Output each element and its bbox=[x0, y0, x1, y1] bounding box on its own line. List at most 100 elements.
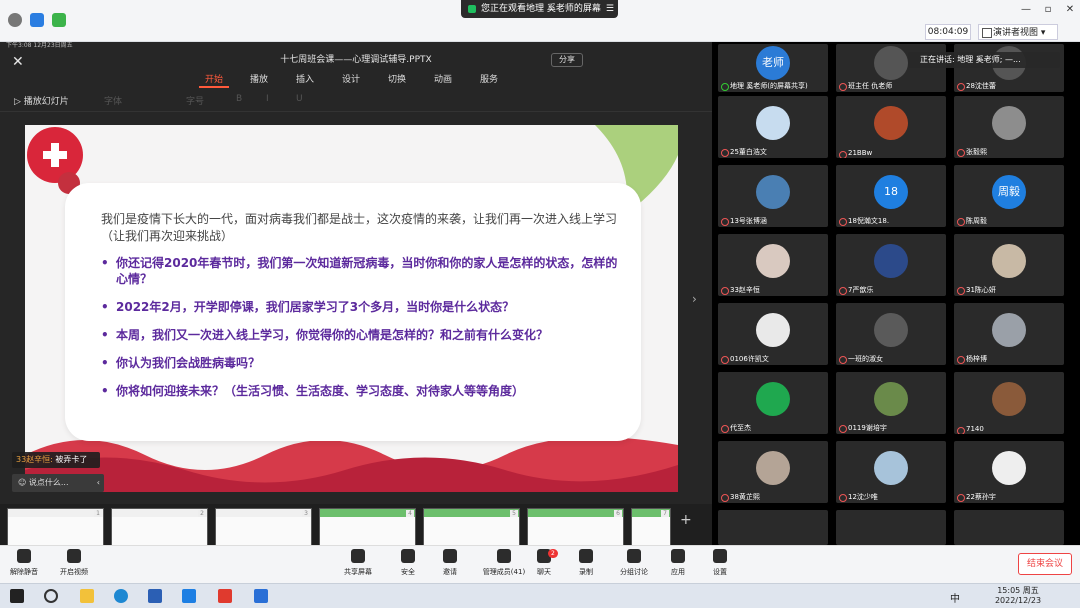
slide-thumbnail[interactable]: 2 bbox=[111, 508, 208, 546]
participant-tile[interactable]: 25董白浩文 bbox=[718, 96, 828, 158]
participant-tile[interactable]: 7严歆乐 bbox=[836, 234, 946, 296]
close-icon[interactable]: ✕ bbox=[12, 52, 24, 72]
slide-thumbnail[interactable]: 6 bbox=[527, 508, 624, 546]
add-slide-icon[interactable]: + bbox=[680, 512, 692, 528]
participant-name: 25董白浩文 bbox=[720, 147, 767, 157]
breakout-button[interactable]: 分组讨论 bbox=[614, 549, 654, 583]
participant-name: 0119谢培宇 bbox=[838, 423, 887, 433]
close-button[interactable]: ✕ bbox=[1062, 4, 1078, 15]
minimize-button[interactable]: — bbox=[1018, 4, 1034, 15]
record-button[interactable]: 录制 bbox=[566, 549, 606, 583]
avatar bbox=[874, 46, 908, 80]
chat-button[interactable]: 聊天 2 bbox=[524, 549, 564, 583]
question-item: 你还记得2020年春节时，我们第一次知道新冠病毒，当时你和你的家人是怎样的状态，… bbox=[101, 255, 623, 287]
participant-video-grid: 老师 地理 奚老师(的屏幕共享) 班主任 仇老师 28沈佳蕾 25董白浩文 21BBw 张毅… bbox=[712, 42, 1080, 545]
tab-design[interactable]: 设计 bbox=[336, 72, 366, 88]
font-size-select[interactable]: 字号 bbox=[186, 94, 204, 107]
participant-tile[interactable] bbox=[954, 510, 1064, 545]
participant-name: 22蔡孙宇 bbox=[956, 492, 996, 502]
participant-tile[interactable] bbox=[836, 510, 946, 545]
maximize-button[interactable]: ▫ bbox=[1040, 4, 1056, 15]
input-method-indicator[interactable]: 中 bbox=[950, 590, 960, 605]
collapse-chat-icon[interactable]: ‹ bbox=[97, 474, 100, 492]
meeting-app-icon[interactable] bbox=[182, 589, 196, 603]
info-icon[interactable] bbox=[8, 13, 22, 27]
slide-thumbnail[interactable]: 4 bbox=[319, 508, 416, 546]
play-slideshow-button[interactable]: ▷ 播放幻灯片 bbox=[14, 94, 69, 107]
participant-tile[interactable]: 代至杰 bbox=[718, 372, 828, 434]
video-off-button[interactable]: 开启视频 bbox=[54, 549, 94, 583]
emoji-icon[interactable]: ☺ bbox=[18, 478, 29, 487]
gear-button[interactable]: 设置 bbox=[700, 549, 740, 583]
tab-insert[interactable]: 插入 bbox=[290, 72, 320, 88]
font-select[interactable]: 字体 bbox=[104, 94, 122, 107]
participant-tile[interactable]: 一班的淑女 bbox=[836, 303, 946, 365]
participant-tile[interactable]: 18 18倪瀚文18. bbox=[836, 165, 946, 227]
participant-name: 班主任 仇老师 bbox=[838, 81, 892, 91]
chat-input[interactable]: ☺ 说点什么... ‹ bbox=[12, 474, 104, 492]
participant-tile[interactable]: 12沈少唯 bbox=[836, 441, 946, 503]
slide-intro-text: 我们是疫情下长大的一代，面对病毒我们都是战士，这次疫情的来袭，让我们再一次进入线… bbox=[101, 212, 618, 243]
shield-icon[interactable] bbox=[30, 13, 44, 27]
pinned-app-icon[interactable] bbox=[254, 589, 268, 603]
participant-tile[interactable]: 31陈心妍 bbox=[954, 234, 1064, 296]
windows-start-icon[interactable] bbox=[10, 589, 24, 603]
share-button[interactable]: 分享 bbox=[551, 53, 583, 67]
question-list: 你还记得2020年春节时，我们第一次知道新冠病毒，当时你和你的家人是怎样的状态，… bbox=[101, 255, 623, 411]
word-icon[interactable] bbox=[148, 589, 162, 603]
search-icon[interactable] bbox=[44, 589, 58, 603]
toolbar-button-label: 设置 bbox=[713, 568, 727, 576]
tab-service[interactable]: 服务 bbox=[474, 72, 504, 88]
tab-play[interactable]: 播放 bbox=[244, 72, 274, 88]
participant-tile[interactable]: 老师 地理 奚老师(的屏幕共享) bbox=[718, 44, 828, 92]
end-meeting-button[interactable]: 结束会议 bbox=[1018, 553, 1072, 575]
system-clock[interactable]: 15:05 周五 2022/12/23 bbox=[990, 586, 1046, 606]
participant-tile[interactable] bbox=[718, 510, 828, 545]
presenter-view-button[interactable]: 演讲者视图 ▾ bbox=[978, 24, 1058, 40]
participant-tile[interactable]: 21BBw bbox=[836, 96, 946, 158]
avatar bbox=[874, 106, 908, 140]
apps-button[interactable]: 应用 bbox=[658, 549, 698, 583]
toolbar-button-label: 解除静音 bbox=[10, 568, 38, 576]
slide-thumbnail[interactable]: 5 bbox=[423, 508, 520, 546]
tab-transition[interactable]: 切换 bbox=[382, 72, 412, 88]
participant-tile[interactable]: 周毅 陈周毅 bbox=[954, 165, 1064, 227]
avatar bbox=[874, 382, 908, 416]
expand-arrow-icon[interactable]: › bbox=[692, 292, 697, 306]
participant-name: 21BBw bbox=[838, 149, 872, 158]
participant-tile[interactable]: 0106许凯文 bbox=[718, 303, 828, 365]
participant-tile[interactable]: 33赵辛恒 bbox=[718, 234, 828, 296]
invite-button[interactable]: 邀请 bbox=[430, 549, 470, 583]
italic-icon[interactable]: I bbox=[266, 94, 269, 104]
slide-thumbnail[interactable]: 3 bbox=[215, 508, 312, 546]
file-explorer-icon[interactable] bbox=[80, 589, 94, 603]
edge-browser-icon[interactable] bbox=[114, 589, 128, 603]
toolbar-button-label: 共享屏幕 bbox=[344, 568, 372, 576]
bold-icon[interactable]: B bbox=[236, 94, 242, 104]
tab-animation[interactable]: 动画 bbox=[428, 72, 458, 88]
share-screen-button[interactable]: 共享屏幕 bbox=[338, 549, 378, 583]
participant-tile[interactable]: 22蔡孙宇 bbox=[954, 441, 1064, 503]
shield-button[interactable]: 安全 bbox=[388, 549, 428, 583]
invite-icon bbox=[443, 549, 457, 563]
slide-thumbnail[interactable]: 1 bbox=[7, 508, 104, 546]
underline-icon[interactable]: U bbox=[296, 94, 303, 104]
participant-tile[interactable]: 张毅熙 bbox=[954, 96, 1064, 158]
share-screen-icon bbox=[351, 549, 365, 563]
shield-icon bbox=[401, 549, 415, 563]
participant-tile[interactable]: 13号张博涵 bbox=[718, 165, 828, 227]
participant-tile[interactable]: 38黄芷熙 bbox=[718, 441, 828, 503]
view-options-icon[interactable]: ☰ bbox=[606, 0, 614, 18]
participant-tile[interactable]: 0119谢培宇 bbox=[836, 372, 946, 434]
tab-home[interactable]: 开始 bbox=[199, 72, 230, 88]
mic-off-button[interactable]: 解除静音 bbox=[4, 549, 44, 583]
wps-icon[interactable] bbox=[218, 589, 232, 603]
participant-tile[interactable]: 7140 bbox=[954, 372, 1064, 434]
slide-thumbnail-strip: 1 2 3 4 5 6 7 + bbox=[0, 504, 712, 546]
toolbar-button-label: 分组讨论 bbox=[620, 568, 648, 576]
chat-bubble: 33赵辛恒: 被弄卡了 bbox=[12, 452, 100, 468]
participant-tile[interactable]: 杨梓博 bbox=[954, 303, 1064, 365]
slide-thumbnail[interactable]: 7 bbox=[631, 508, 671, 546]
toolbar-button-label: 开启视频 bbox=[60, 568, 88, 576]
avatar bbox=[874, 451, 908, 485]
